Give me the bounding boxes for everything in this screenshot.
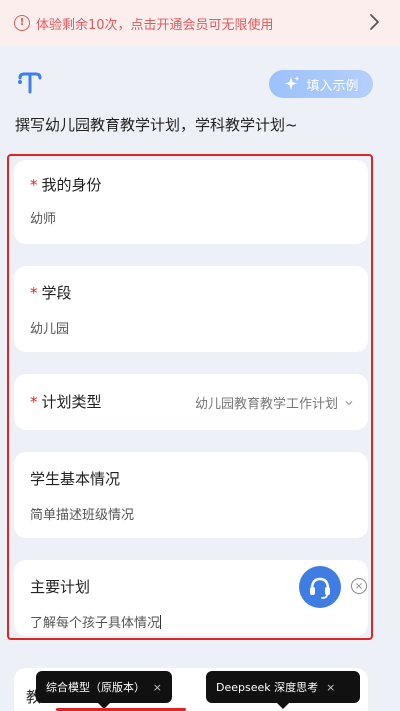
close-icon[interactable]: × bbox=[153, 681, 162, 694]
page-subtitle: 撰写幼儿园教育教学计划，学科教学计划~ bbox=[15, 116, 298, 134]
fill-example-button[interactable]: 填入示例 bbox=[269, 70, 373, 98]
close-icon: × bbox=[354, 580, 364, 592]
model-tag-comprehensive[interactable]: 综合模型（原版本） × bbox=[36, 671, 172, 709]
clear-input-button[interactable]: × bbox=[351, 578, 367, 594]
chevron-right-icon[interactable] bbox=[364, 12, 384, 32]
model-tag-deepseek[interactable]: Deepseek 深度思考 × bbox=[206, 671, 360, 709]
headset-icon bbox=[310, 577, 330, 599]
banner-text: 体验剩余10次，点击开通会员可无限使用 bbox=[36, 17, 274, 33]
text-cursor bbox=[160, 615, 162, 629]
student-basic-placeholder: 简单描述班级情况 bbox=[30, 508, 135, 523]
exclamation-circle-icon: ! bbox=[14, 15, 30, 31]
plan-type-select[interactable]: * 计划类型 幼儿园教育教学工作计划 bbox=[14, 374, 368, 430]
identity-value: 幼师 bbox=[30, 212, 57, 227]
fill-example-label: 填入示例 bbox=[306, 78, 359, 94]
identity-field[interactable]: * 我的身份 幼师 bbox=[14, 160, 368, 244]
chevron-down-icon bbox=[345, 400, 353, 405]
sparkle-icon bbox=[285, 76, 300, 90]
plan-type-value: 幼儿园教育教学工作计划 bbox=[195, 393, 354, 412]
brand-t-logo-icon bbox=[18, 72, 42, 94]
required-marker: * bbox=[30, 284, 38, 302]
plan-type-label: * 计划类型 bbox=[30, 393, 102, 411]
stage-label: * 学段 bbox=[30, 284, 72, 302]
main-plan-label: 主要计划 bbox=[30, 578, 91, 596]
student-basic-label: 学生基本情况 bbox=[30, 470, 121, 488]
model-tag-label: 综合模型（原版本） bbox=[46, 681, 145, 694]
membership-banner[interactable]: ! 体验剩余10次，点击开通会员可无限使用 bbox=[0, 0, 400, 46]
voice-input-button[interactable] bbox=[299, 566, 341, 608]
close-icon[interactable]: × bbox=[326, 681, 335, 694]
model-tag-label: Deepseek 深度思考 bbox=[216, 681, 319, 694]
student-basic-field[interactable]: 学生基本情况 简单描述班级情况 bbox=[14, 452, 368, 538]
required-marker: * bbox=[30, 393, 38, 411]
required-marker: * bbox=[30, 176, 38, 194]
stage-value: 幼儿园 bbox=[30, 322, 70, 337]
main-plan-value: 了解每个孩子具体情况 bbox=[30, 615, 162, 631]
identity-label: * 我的身份 bbox=[30, 176, 102, 194]
stage-field[interactable]: * 学段 幼儿园 bbox=[14, 266, 368, 352]
